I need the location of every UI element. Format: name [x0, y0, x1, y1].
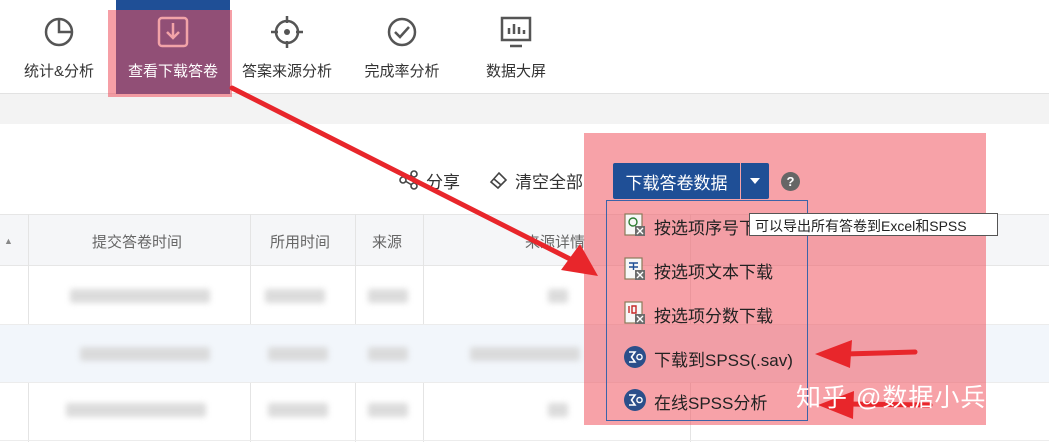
tool-label: 完成率分析	[364, 63, 440, 80]
spss-icon	[624, 346, 646, 368]
share-label: 分享	[426, 172, 460, 192]
tool-label: 答案来源分析	[241, 63, 332, 80]
menu-item-label: 下载到SPSS(.sav)	[654, 351, 793, 370]
col-duration[interactable]: 所用时间	[270, 231, 330, 252]
menu-item-download-by-score[interactable]: 按选项分数下载	[607, 291, 807, 335]
col-source[interactable]: 来源	[372, 231, 402, 252]
caret-down-icon	[750, 178, 760, 184]
tool-view-download[interactable]: 查看下载答卷	[108, 0, 232, 97]
excel-number-icon	[624, 213, 645, 236]
spss-icon	[624, 389, 646, 411]
top-toolbar: 统计&分析 查看下载答卷 答案来源分析 完成率分析 数据大屏	[0, 0, 1049, 97]
menu-item-online-spss[interactable]: 在线SPSS分析	[607, 378, 807, 422]
sort-arrow-icon[interactable]: ▲	[4, 236, 13, 246]
tool-stats-analysis[interactable]: 统计&分析	[8, 0, 110, 94]
watermark: 知乎 @数据小兵	[796, 384, 987, 412]
eraser-icon	[489, 171, 508, 190]
clear-all-button[interactable]: 清空全部	[487, 163, 583, 197]
download-data-label: 下载答卷数据	[625, 173, 728, 193]
col-submit-time[interactable]: 提交答卷时间	[92, 231, 182, 252]
blurred-cell	[70, 289, 210, 303]
tool-answer-source[interactable]: 答案来源分析	[236, 0, 338, 94]
menu-item-label: 按选项文本下载	[654, 263, 773, 282]
tool-label: 查看下载答卷	[127, 63, 218, 80]
check-circle-icon	[387, 17, 417, 47]
blurred-cell	[265, 289, 325, 303]
share-button[interactable]: 分享	[398, 163, 460, 197]
crosshair-icon	[271, 16, 303, 48]
share-icon	[399, 170, 418, 190]
download-icon	[157, 16, 189, 48]
blurred-cell	[368, 289, 408, 303]
blurred-cell	[268, 403, 328, 417]
menu-item-download-spss[interactable]: 下载到SPSS(.sav)	[607, 335, 807, 379]
blurred-cell	[66, 403, 206, 417]
download-dropdown-toggle[interactable]	[741, 163, 769, 199]
menu-item-label: 在线SPSS分析	[654, 394, 768, 413]
blurred-cell	[548, 289, 568, 303]
pie-chart-icon	[44, 17, 74, 47]
blurred-cell	[268, 347, 328, 361]
export-tooltip: 可以导出所有答卷到Excel和SPSS	[749, 213, 998, 236]
blurred-cell	[80, 347, 210, 361]
excel-text-icon	[624, 257, 645, 280]
blurred-cell	[368, 347, 408, 361]
help-icon[interactable]: ?	[781, 172, 800, 191]
blurred-cell	[368, 403, 408, 417]
tool-data-screen[interactable]: 数据大屏	[466, 0, 566, 94]
menu-item-label: 按选项分数下载	[654, 307, 773, 326]
tool-label: 数据大屏	[485, 63, 546, 80]
blurred-cell	[548, 403, 568, 417]
excel-score-icon	[624, 301, 645, 324]
menu-item-download-by-text[interactable]: 按选项文本下载	[607, 247, 807, 291]
blurred-cell	[470, 347, 580, 361]
clear-label: 清空全部	[515, 172, 583, 192]
tool-completion-rate[interactable]: 完成率分析	[352, 0, 452, 94]
download-data-button[interactable]: 下载答卷数据	[613, 163, 740, 199]
monitor-chart-icon	[500, 16, 532, 48]
col-source-detail[interactable]: 来源详情	[525, 231, 585, 252]
tool-label: 统计&分析	[23, 63, 94, 80]
